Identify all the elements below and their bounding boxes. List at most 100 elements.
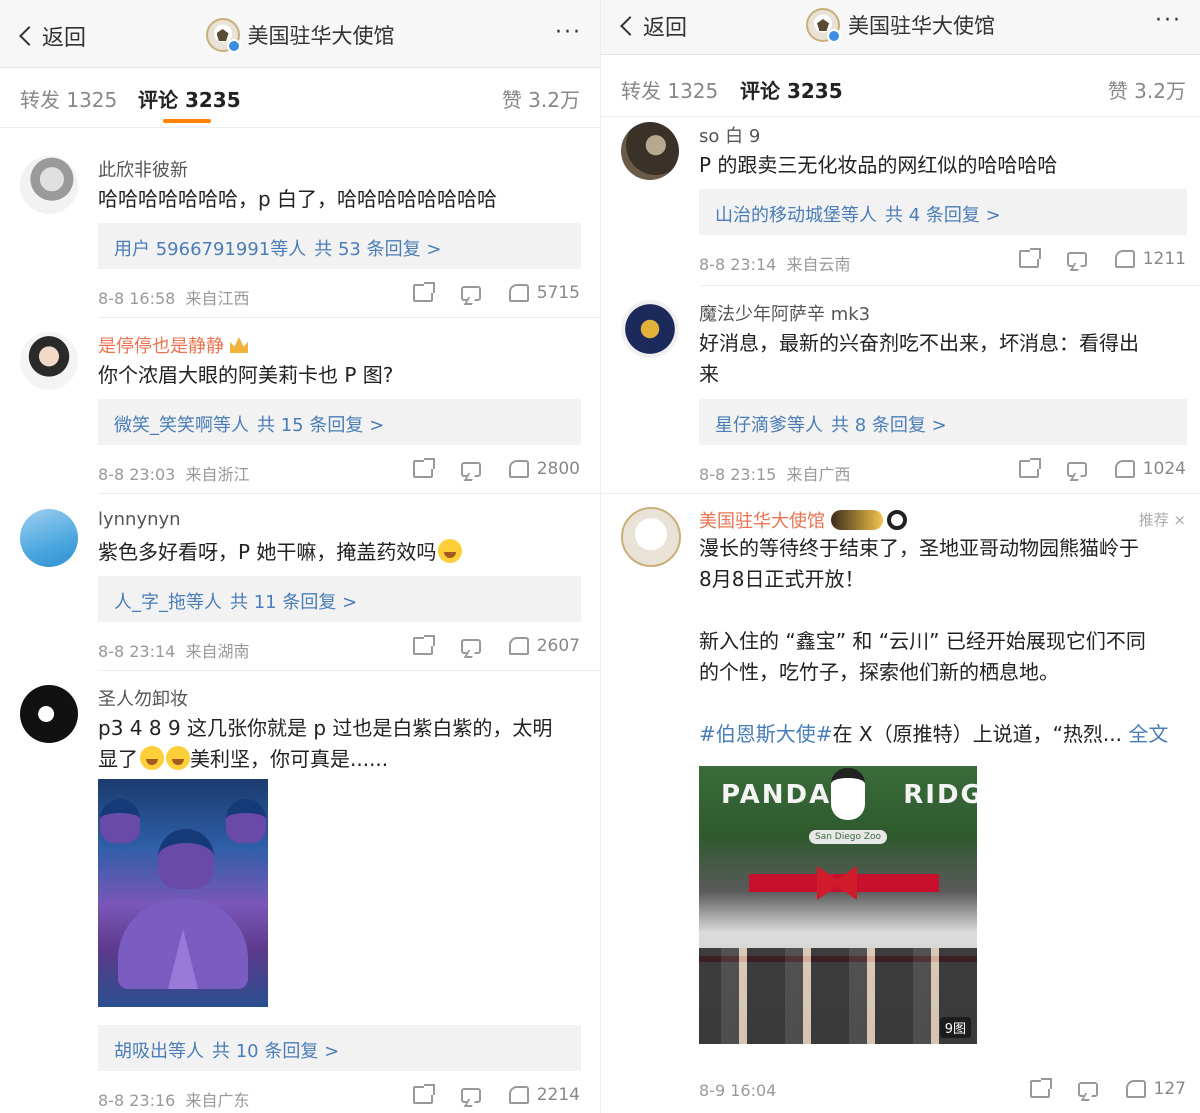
avatar[interactable] — [20, 156, 78, 214]
tab-repost[interactable]: 转发 1325 — [20, 84, 117, 113]
left-screen: 返回 美国驻华大使馆 ··· 转发 1325 评论 3235 赞 3.2万 此欣… — [0, 0, 600, 1113]
avatar[interactable] — [20, 685, 78, 743]
reply-count[interactable]: 共 11 条回复 > — [230, 592, 357, 613]
embassy-seal-icon — [205, 18, 241, 53]
reply-summary[interactable]: 星仔滴爹等人共 8 条回复 > — [699, 399, 1187, 445]
comment-icon[interactable] — [460, 638, 481, 654]
comment-text-content: 紫色多好看呀，P 她干嘛，掩盖药效吗 — [98, 540, 437, 564]
comment-username[interactable]: so 白 9 — [699, 122, 760, 148]
comment-username[interactable]: 圣人勿卸妆 — [98, 685, 188, 711]
divider — [98, 670, 600, 671]
reply-summary[interactable]: 微笑_笑笑啊等人共 15 条回复 > — [98, 399, 581, 445]
comment-icon[interactable] — [1077, 1081, 1098, 1097]
comment-text: 哈哈哈哈哈哈哈，p 白了，哈哈哈哈哈哈哈哈 — [98, 187, 498, 211]
panda-logo-icon — [831, 768, 865, 820]
post-text: 漫长的等待终于结束了，圣地亚哥动物园熊猫岭于 8月8日正式开放！ 新入住的 “鑫… — [699, 533, 1170, 750]
reply-summary[interactable]: 用户 5966791991等人共 53 条回复 > — [98, 223, 581, 269]
comment-meta: 8-8 23:03 来自浙江 — [98, 461, 250, 485]
embassy-seal-icon — [806, 8, 841, 43]
more-icon[interactable]: ··· — [555, 20, 582, 45]
post-actions: 127 — [1002, 1078, 1186, 1099]
comment-location: 来自广东 — [185, 1091, 250, 1110]
avatar[interactable] — [621, 300, 679, 358]
comment-icon[interactable] — [460, 285, 481, 301]
reply-users[interactable]: 星仔滴爹等人 — [715, 415, 823, 436]
share-icon[interactable] — [412, 1084, 435, 1104]
comment-icon[interactable] — [1066, 251, 1087, 267]
comment-time: 8-8 23:15 — [699, 465, 777, 484]
tab-comments[interactable]: 评论 3235 — [740, 75, 843, 104]
comment-text-line: 好消息，最新的兴奋剂吃不出来，坏消息：看得出 — [699, 331, 1139, 355]
comment-text-line: 来 — [699, 362, 719, 386]
comment-text-line: p3 4 8 9 这几张你就是 p 过也是白紫白紫的，太明 — [98, 716, 553, 740]
image-figure — [226, 799, 266, 843]
comment-location: 来自浙江 — [185, 465, 250, 484]
comment-image[interactable] — [98, 779, 268, 1007]
avatar[interactable] — [621, 122, 679, 180]
share-icon[interactable] — [1018, 458, 1041, 478]
reply-summary[interactable]: 山治的移动城堡等人共 4 条回复 > — [699, 189, 1187, 235]
reply-users[interactable]: 用户 5966791991等人 — [114, 239, 306, 260]
tab-comments[interactable]: 评论 3235 — [138, 84, 241, 113]
comment-text: 紫色多好看呀，P 她干嘛，掩盖药效吗 — [98, 537, 570, 568]
reply-count[interactable]: 共 10 条回复 > — [212, 1041, 339, 1062]
post-username[interactable]: 美国驻华大使馆 — [699, 507, 907, 533]
reply-count[interactable]: 共 8 条回复 > — [831, 415, 947, 436]
full-text-link[interactable]: 全文 — [1128, 722, 1168, 746]
avatar[interactable] — [20, 332, 78, 390]
post-meta: 8-9 16:04 — [699, 1081, 777, 1100]
photo-sign-right: RIDGE — [903, 780, 977, 810]
reply-count[interactable]: 共 53 条回复 > — [314, 239, 441, 260]
crown-icon — [230, 337, 248, 353]
comment-time: 8-8 23:14 — [699, 255, 777, 274]
right-screen: 返回 美国驻华大使馆 ··· 转发 1325 评论 3235 赞 3.2万 so… — [601, 0, 1200, 1113]
panda-badge-icon — [887, 510, 907, 530]
reply-users[interactable]: 山治的移动城堡等人 — [715, 205, 877, 226]
share-icon[interactable] — [412, 635, 435, 655]
reply-count[interactable]: 共 4 条回复 > — [885, 205, 1001, 226]
reply-users[interactable]: 胡吸出等人 — [114, 1041, 204, 1062]
like-icon[interactable] — [1114, 250, 1135, 268]
like-icon[interactable] — [1125, 1080, 1146, 1098]
more-icon[interactable]: ··· — [1155, 8, 1182, 33]
like-icon[interactable] — [508, 284, 529, 302]
share-icon[interactable] — [412, 458, 435, 478]
comment-time: 8-8 23:16 — [98, 1091, 176, 1110]
like-icon[interactable] — [1114, 460, 1135, 478]
share-icon[interactable] — [1018, 248, 1041, 268]
comment-meta: 8-8 23:15 来自广西 — [699, 461, 851, 485]
tab-likes[interactable]: 赞 3.2万 — [502, 84, 580, 113]
title-text: 美国驻华大使馆 — [247, 24, 395, 48]
comment-icon[interactable] — [460, 461, 481, 477]
like-icon[interactable] — [508, 460, 529, 478]
crying-emoji-icon — [140, 746, 164, 770]
photo-subsign: San Diego Zoo — [809, 830, 887, 844]
embassy-avatar[interactable] — [621, 507, 681, 567]
reply-users[interactable]: 微笑_笑笑啊等人 — [114, 415, 249, 436]
hashtag-link[interactable]: #伯恩斯大使# — [699, 722, 833, 746]
reply-summary[interactable]: 胡吸出等人共 10 条回复 > — [98, 1025, 581, 1071]
comment-icon[interactable] — [1066, 461, 1087, 477]
share-icon[interactable] — [1029, 1078, 1052, 1098]
share-icon[interactable] — [412, 282, 435, 302]
like-icon[interactable] — [508, 1086, 529, 1104]
reply-count[interactable]: 共 15 条回复 > — [257, 415, 384, 436]
comment-username[interactable]: 是停停也是静静 — [98, 332, 248, 358]
comment-meta: 8-8 23:14 来自湖南 — [98, 638, 250, 662]
like-icon[interactable] — [508, 637, 529, 655]
photo-sign-left: PANDA — [721, 780, 832, 810]
photo-count-badge: 9图 — [939, 1017, 971, 1038]
comment-username[interactable]: 魔法少年阿萨辛 mk3 — [699, 300, 870, 326]
close-icon[interactable]: × — [1173, 511, 1186, 529]
post-photo[interactable]: PANDA RIDGE San Diego Zoo 9图 — [699, 766, 977, 1044]
tab-repost[interactable]: 转发 1325 — [621, 75, 718, 104]
verified-badge-icon — [827, 29, 841, 43]
photo-crowd — [699, 948, 977, 1044]
comment-icon[interactable] — [460, 1087, 481, 1103]
reply-users[interactable]: 人_字_拖等人 — [114, 592, 222, 613]
tab-likes[interactable]: 赞 3.2万 — [1108, 75, 1186, 104]
reply-summary[interactable]: 人_字_拖等人共 11 条回复 > — [98, 576, 581, 622]
avatar[interactable] — [20, 509, 78, 567]
comment-username[interactable]: lynnynyn — [98, 509, 181, 530]
comment-username[interactable]: 此欣非彼新 — [98, 156, 188, 182]
